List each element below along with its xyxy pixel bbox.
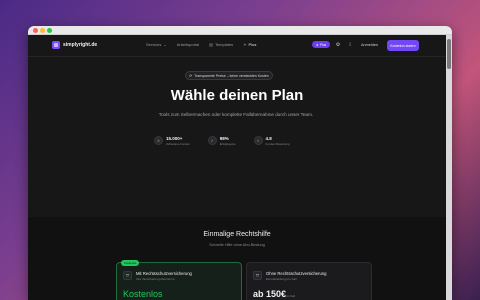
shield-off-icon: ⛉	[253, 271, 262, 280]
section-title: Einmalige Rechtshilfe	[203, 231, 271, 238]
card-title: Mit Rechtsschutzversicherung	[136, 271, 192, 276]
plus-badge-label: Plus	[319, 42, 327, 47]
card-price-unit: pro Fall	[285, 294, 296, 298]
top-navbar: simplyright.de Services ⌄ Arbeitsportal …	[28, 35, 446, 57]
settings-icon[interactable]: ⚙	[335, 42, 341, 48]
section-subtitle: Schnelle Hilfe ohne Abo-Bindung	[209, 243, 265, 247]
start-free-button[interactable]: Kostenlos starten	[387, 40, 419, 51]
one-time-help-section: Einmalige Rechtshilfe Schnelle Hilfe ohn…	[28, 217, 446, 300]
brand-name: simplyright.de	[63, 42, 98, 48]
nav-services[interactable]: Services ⌄	[146, 42, 167, 47]
maximize-window-button[interactable]	[47, 28, 52, 33]
tag-icon: ⟳	[189, 73, 193, 78]
stat-rating: ☆ 4.8 Kunden-Bewertung	[253, 136, 290, 146]
nav-templates[interactable]: ▤ Templates	[209, 42, 233, 47]
stat-value: 98%	[219, 136, 229, 141]
logo-icon	[52, 41, 60, 49]
template-icon: ▤	[209, 42, 213, 47]
users-icon: ☺	[154, 136, 163, 145]
nav-templates-label: Templates	[214, 42, 234, 47]
nav-arbeitsportal[interactable]: Arbeitsportal	[177, 42, 199, 47]
stats-row: ☺ 15.000+ Zufriedene Kunden ✓ 98% Erfolg…	[154, 136, 289, 146]
pricing-pill-label: Transparente Preise – keine versteckten …	[194, 73, 269, 78]
scrollbar-thumb[interactable]	[447, 39, 451, 69]
stat-label: Erfolgsquote	[219, 142, 236, 146]
plus-badge-button[interactable]: ♛ Plus	[312, 41, 331, 48]
dark-mode-icon[interactable]: ☾	[348, 42, 354, 48]
card-price: ab 150€	[253, 289, 287, 299]
close-window-button[interactable]	[33, 28, 38, 33]
browser-window: simplyright.de Services ⌄ Arbeitsportal …	[28, 26, 452, 300]
stat-customers: ☺ 15.000+ Zufriedene Kunden	[154, 136, 190, 146]
stat-value: 15.000+	[166, 136, 183, 141]
star-icon: ☆	[253, 136, 263, 145]
pricing-pill: ⟳ Transparente Preise – keine versteckte…	[185, 71, 273, 80]
card-price: Kostenlos	[123, 289, 163, 299]
card-description: Ihre Versicherung übernimmt	[136, 277, 175, 281]
free-tag: Kostenlos	[121, 260, 140, 266]
login-link[interactable]: Anmelden	[361, 43, 378, 47]
chevron-down-icon: ⌄	[163, 42, 167, 47]
nav-plus-label: Plus	[248, 42, 257, 47]
brand-logo[interactable]: simplyright.de	[52, 41, 97, 49]
shield-icon: ⛉	[123, 271, 132, 280]
card-title: Ohne Rechtsschutzversicherung	[266, 271, 327, 276]
nav-arbeitsportal-label: Arbeitsportal	[176, 42, 200, 47]
stat-label: Kunden-Bewertung	[265, 142, 290, 146]
stat-value: 4.8	[265, 136, 272, 141]
sparkle-icon: ✧	[243, 42, 247, 47]
page-subtitle: Tools zum Selbermachen oder komplette Fa…	[158, 112, 314, 117]
minimize-window-button[interactable]	[40, 28, 45, 33]
card-description: Einmalzahlung pro Fall	[266, 277, 297, 281]
vertical-scrollbar[interactable]	[446, 35, 452, 300]
hero-section: ⟳ Transparente Preise – keine versteckte…	[28, 57, 446, 227]
plan-card-without-insurance[interactable]: ⛉ Ohne Rechtsschutzversicherung Einmalza…	[246, 262, 372, 300]
page-content: simplyright.de Services ⌄ Arbeitsportal …	[28, 35, 446, 300]
stat-label: Zufriedene Kunden	[166, 142, 190, 146]
nav-plus[interactable]: ✧ Plus	[243, 42, 256, 47]
plan-card-with-insurance[interactable]: Kostenlos ⛉ Mit Rechtsschutzversicherung…	[116, 260, 242, 300]
crown-icon: ♛	[316, 42, 319, 47]
page-title: Wähle deinen Plan	[170, 87, 304, 104]
check-icon: ✓	[207, 136, 217, 145]
nav-links: Services ⌄ Arbeitsportal ▤ Templates ✧ P…	[146, 42, 256, 47]
stat-success-rate: ✓ 98% Erfolgsquote	[207, 136, 236, 146]
window-titlebar	[28, 26, 452, 35]
nav-services-label: Services	[146, 42, 162, 47]
